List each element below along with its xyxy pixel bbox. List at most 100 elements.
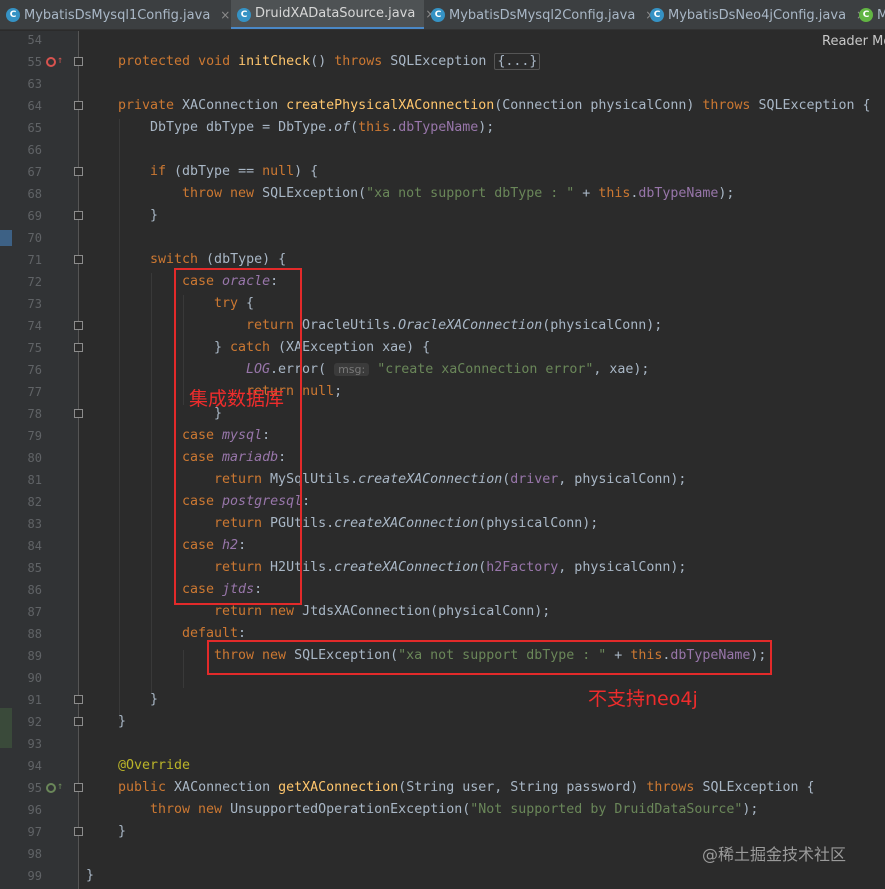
- code-line-76[interactable]: LOG.error( msg: "create xaConnection err…: [246, 359, 649, 381]
- line-number: 85: [27, 561, 42, 575]
- tab-overflow[interactable]: C M: [853, 0, 885, 29]
- line-number: 95: [27, 781, 42, 795]
- line-number: 74: [27, 319, 42, 333]
- indent-guide: [183, 650, 184, 688]
- code-line-96[interactable]: throw new UnsupportedOperationException(…: [150, 799, 758, 821]
- tab-label: MybatisDsMysql2Config.java: [449, 7, 636, 23]
- line-number: 54: [27, 33, 42, 47]
- tab-mybatis-ds-mysql1-config[interactable]: C MybatisDsMysql1Config.java ×: [0, 0, 230, 29]
- fold-toggle-icon[interactable]: [74, 827, 83, 836]
- line-number: 72: [27, 275, 42, 289]
- line-number: 89: [27, 649, 42, 663]
- line-number: 55: [27, 55, 42, 69]
- annotation-box-integrated-databases: [174, 268, 302, 605]
- folded-region[interactable]: {...}: [494, 53, 541, 70]
- code-line-65[interactable]: DbType dbType = DbType.of(this.dbTypeNam…: [150, 117, 494, 139]
- reader-mode-toggle[interactable]: Reader Mo: [822, 34, 885, 49]
- tab-label: MybatisDsNeo4jConfig.java: [668, 7, 847, 23]
- tab-label: DruidXADataSource.java: [255, 6, 416, 21]
- tab-mybatis-ds-mysql2-config[interactable]: C MybatisDsMysql2Config.java ×: [425, 0, 655, 29]
- annotation-label-integrated-databases: 集成数据库: [189, 388, 285, 410]
- left-strip-marker: [0, 230, 12, 246]
- line-number: 84: [27, 539, 42, 553]
- fold-toggle-icon[interactable]: [74, 783, 83, 792]
- tab-label: M: [877, 8, 885, 23]
- code-line-94[interactable]: @Override: [118, 755, 190, 777]
- line-number: 98: [27, 847, 42, 861]
- code-line-67[interactable]: if (dbType == null) {: [150, 161, 318, 183]
- left-strip-marker: [0, 708, 12, 748]
- line-number: 66: [27, 143, 42, 157]
- code-line-91[interactable]: }: [150, 689, 158, 711]
- line-number: 93: [27, 737, 42, 751]
- fold-toggle-icon[interactable]: [74, 101, 83, 110]
- line-number: 80: [27, 451, 42, 465]
- fold-toggle-icon[interactable]: [74, 409, 83, 418]
- java-class-icon: C: [6, 8, 20, 22]
- line-number: 94: [27, 759, 42, 773]
- line-number: 86: [27, 583, 42, 597]
- line-number: 71: [27, 253, 42, 267]
- line-number: 83: [27, 517, 42, 531]
- indent-guide: [151, 273, 152, 693]
- line-number: 69: [27, 209, 42, 223]
- line-number: 90: [27, 671, 42, 685]
- java-class-icon: C: [431, 8, 445, 22]
- line-number: 63: [27, 77, 42, 91]
- line-number: 99: [27, 869, 42, 883]
- override-method-icon[interactable]: [46, 57, 56, 67]
- spring-class-icon: C: [859, 8, 873, 22]
- fold-toggle-icon[interactable]: [74, 211, 83, 220]
- fold-toggle-icon[interactable]: [74, 321, 83, 330]
- parameter-hint: msg:: [334, 363, 370, 376]
- fold-toggle-icon[interactable]: [74, 255, 83, 264]
- line-number: 87: [27, 605, 42, 619]
- code-line-97[interactable]: }: [118, 821, 126, 843]
- line-number: 65: [27, 121, 42, 135]
- watermark: @稀土掘金技术社区: [702, 845, 847, 864]
- line-number: 64: [27, 99, 42, 113]
- line-number: 75: [27, 341, 42, 355]
- line-number: 92: [27, 715, 42, 729]
- line-number: 96: [27, 803, 42, 817]
- annotation-box-neo4j-unsupported: [207, 640, 772, 675]
- line-number: 81: [27, 473, 42, 487]
- line-number: 79: [27, 429, 42, 443]
- fold-toggle-icon[interactable]: [74, 57, 83, 66]
- tab-mybatis-ds-neo4j-config[interactable]: C MybatisDsNeo4jConfig.java ×: [644, 0, 866, 29]
- line-number: 91: [27, 693, 42, 707]
- line-number: 97: [27, 825, 42, 839]
- java-class-icon: C: [237, 8, 251, 22]
- tab-label: MybatisDsMysql1Config.java: [24, 7, 211, 23]
- line-number: 67: [27, 165, 42, 179]
- close-icon[interactable]: ×: [220, 8, 230, 22]
- line-number: 78: [27, 407, 42, 421]
- fold-toggle-icon[interactable]: [74, 717, 83, 726]
- implements-method-icon[interactable]: [46, 783, 56, 793]
- line-number: 73: [27, 297, 42, 311]
- code-line-64[interactable]: private XAConnection createPhysicalXACon…: [118, 95, 871, 117]
- indent-guide: [119, 119, 120, 719]
- tab-druid-xa-datasource[interactable]: C DruidXADataSource.java ×: [231, 0, 435, 29]
- gutter-divider: [78, 31, 79, 889]
- code-line-74[interactable]: return OracleUtils.OracleXAConnection(ph…: [246, 315, 662, 337]
- fold-toggle-icon[interactable]: [74, 167, 83, 176]
- code-line-95[interactable]: public XAConnection getXAConnection(Stri…: [118, 777, 815, 799]
- line-number: 68: [27, 187, 42, 201]
- code-line-92[interactable]: }: [118, 711, 126, 733]
- line-number: 82: [27, 495, 42, 509]
- line-number: 88: [27, 627, 42, 641]
- left-tool-strip: [0, 31, 12, 889]
- code-line-69[interactable]: }: [150, 205, 158, 227]
- annotation-label-neo4j-unsupported: 不支持neo4j: [588, 688, 698, 710]
- code-line-99[interactable]: }: [86, 865, 94, 887]
- line-number: 77: [27, 385, 42, 399]
- fold-toggle-icon[interactable]: [74, 343, 83, 352]
- editor-tab-bar: C MybatisDsMysql1Config.java × C DruidXA…: [0, 0, 885, 30]
- line-number: 70: [27, 231, 42, 245]
- code-line-68[interactable]: throw new SQLException("xa not support d…: [182, 183, 734, 205]
- line-number: 76: [27, 363, 42, 377]
- code-line-55[interactable]: protected void initCheck() throws SQLExc…: [118, 51, 541, 73]
- fold-toggle-icon[interactable]: [74, 695, 83, 704]
- arrow-up-icon: ↑: [57, 55, 64, 66]
